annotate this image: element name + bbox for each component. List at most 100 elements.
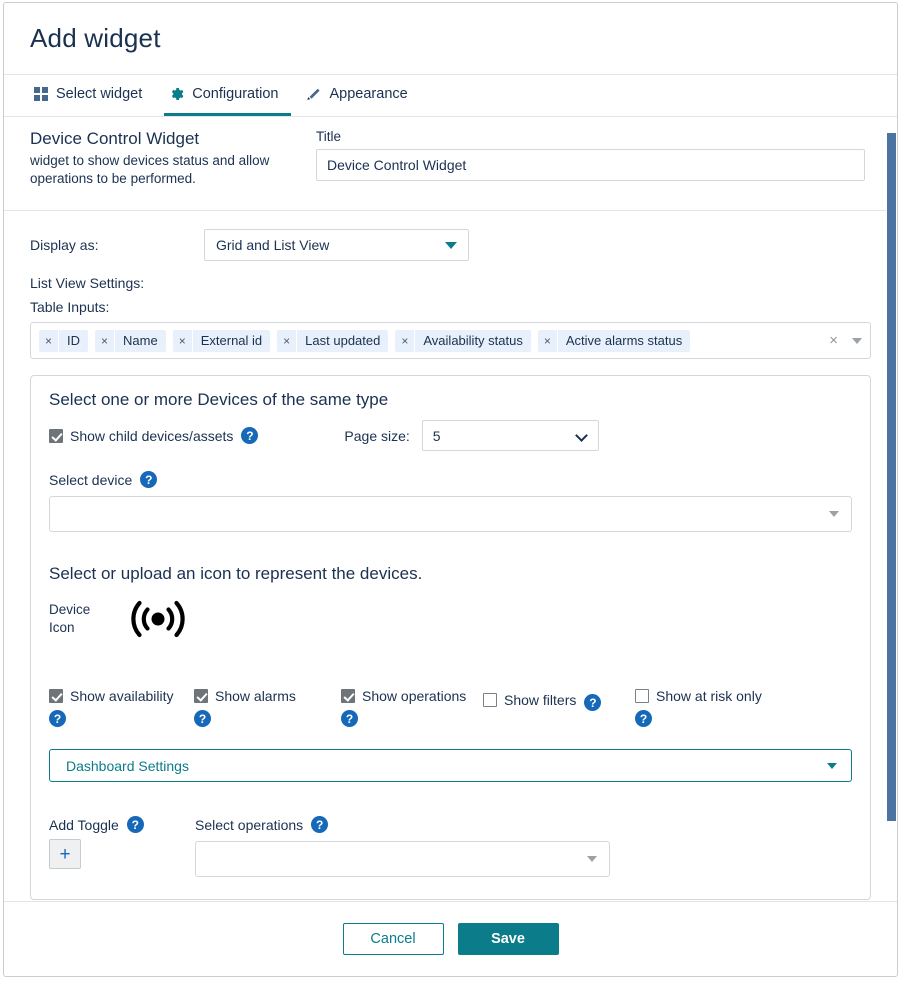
chip-remove-icon[interactable]: × <box>395 329 416 352</box>
show-child-devices-label: Show child devices/assets <box>70 427 234 444</box>
tab-appearance[interactable]: Appearance <box>301 75 420 116</box>
add-toggle-row: Add Toggle ? + Select operations ? <box>49 816 852 878</box>
help-icon[interactable]: ? <box>635 710 652 728</box>
dashboard-settings-accordion[interactable]: Dashboard Settings <box>49 749 852 783</box>
chip-remove-icon[interactable]: × <box>538 329 558 352</box>
chevron-down-icon <box>445 242 457 250</box>
show-alarms-checkbox[interactable] <box>194 689 208 704</box>
chip-label: Name <box>123 332 158 348</box>
wireless-signal-icon <box>131 601 185 638</box>
page-title: Add widget <box>30 23 161 53</box>
show-availability-checkbox[interactable] <box>49 689 63 704</box>
page-size-value: 5 <box>432 427 441 444</box>
add-widget-dialog: Add widget Select widget Configuration A… <box>3 2 898 977</box>
add-toggle-head: Add Toggle ? <box>49 816 195 834</box>
title-field-group: Title <box>316 129 871 188</box>
select-device-row: Select device ? <box>49 471 852 489</box>
add-toggle-label: Add Toggle <box>49 816 119 833</box>
display-toggles-row: Show availability ? Show alarms ? Show o… <box>49 688 852 728</box>
toggle-show-availability: Show availability ? <box>49 688 194 728</box>
toggle-row: Show filters ? <box>483 688 635 712</box>
show-filters-checkbox[interactable] <box>483 692 497 707</box>
title-input[interactable] <box>316 149 865 181</box>
widget-name: Device Control Widget <box>30 129 200 148</box>
table-inputs-field[interactable]: × ID × Name × External id × Last updated… <box>30 322 871 360</box>
page-size-select[interactable]: 5 <box>421 420 599 452</box>
scrollbar-thumb[interactable] <box>887 133 896 821</box>
help-icon[interactable]: ? <box>584 694 602 712</box>
chip-field-actions: × <box>819 333 862 348</box>
widget-summary: Device Control Widget widget to show dev… <box>30 129 292 188</box>
toggle-show-alarms: Show alarms ? <box>194 688 341 728</box>
help-icon[interactable]: ? <box>241 427 259 445</box>
show-child-devices-checkbox[interactable] <box>49 428 63 443</box>
page-size-label: Page size: <box>344 427 410 444</box>
show-child-row: Show child devices/assets ? Page size: 5 <box>49 420 852 452</box>
show-at-risk-only-checkbox[interactable] <box>635 689 649 704</box>
toggle-show-operations: Show operations ? <box>341 688 483 728</box>
chip-list: × ID × Name × External id × Last updated… <box>39 329 819 352</box>
chip-remove-icon[interactable]: × <box>173 329 193 352</box>
select-operations-input[interactable] <box>195 841 610 878</box>
chip-label: External id <box>200 332 263 348</box>
clear-all-icon[interactable]: × <box>829 333 838 348</box>
help-icon[interactable]: ? <box>126 816 144 834</box>
chip[interactable]: × Availability status <box>395 329 531 352</box>
chip-remove-icon[interactable]: × <box>277 329 298 352</box>
tab-select-widget-label: Select widget <box>56 85 143 102</box>
brush-icon <box>306 88 320 100</box>
select-device-input[interactable] <box>49 496 852 533</box>
chevron-down-icon <box>587 856 597 863</box>
cancel-button[interactable]: Cancel <box>342 923 444 955</box>
help-icon[interactable]: ? <box>311 816 329 834</box>
chip-remove-icon[interactable]: × <box>39 329 60 352</box>
show-at-risk-only-label: Show at risk only <box>656 688 762 705</box>
dashboard-settings-label: Dashboard Settings <box>66 757 189 774</box>
help-icon[interactable]: ? <box>140 471 158 489</box>
help-icon[interactable]: ? <box>341 710 358 728</box>
select-device-label: Select device <box>49 471 133 488</box>
help-icon[interactable]: ? <box>49 710 66 728</box>
scroll-content: Device Control Widget widget to show dev… <box>4 117 897 901</box>
show-operations-label: Show operations <box>362 688 467 705</box>
tab-select-widget[interactable]: Select widget <box>30 75 154 116</box>
toggle-row: Show at risk only <box>635 688 762 704</box>
tab-configuration[interactable]: Configuration <box>164 75 291 116</box>
select-operations-label: Select operations <box>195 816 304 833</box>
scrollbar-track[interactable] <box>886 117 897 901</box>
select-operations-head: Select operations ? <box>195 816 610 834</box>
chevron-down-icon <box>574 429 588 442</box>
display-as-select[interactable]: Grid and List View <box>204 229 469 262</box>
device-icon-label-line1: Device <box>49 602 91 618</box>
widget-description: widget to show devices status and allow … <box>30 153 270 187</box>
chip[interactable]: × Last updated <box>277 329 389 352</box>
device-selection-panel: Select one or more Devices of the same t… <box>30 375 871 901</box>
toggle-row: Show operations <box>341 688 483 704</box>
chip[interactable]: × Name <box>95 329 166 352</box>
chip[interactable]: × Active alarms status <box>537 329 691 352</box>
show-alarms-label: Show alarms <box>215 688 296 705</box>
table-inputs-label: Table Inputs: <box>30 299 110 316</box>
chip[interactable]: × ID <box>39 329 89 352</box>
chip-label: Active alarms status <box>565 332 683 348</box>
icon-section-heading: Select or upload an icon to represent th… <box>49 564 423 584</box>
save-button[interactable]: Save <box>457 923 559 955</box>
toggle-row: Show alarms <box>194 688 341 704</box>
gear-icon <box>172 88 184 100</box>
display-as-label: Display as: <box>30 237 99 254</box>
chip[interactable]: × External id <box>172 329 271 352</box>
device-icon-preview[interactable] <box>125 590 191 648</box>
tab-configuration-label: Configuration <box>192 85 279 102</box>
grid-icon <box>34 87 48 101</box>
chevron-down-icon[interactable] <box>852 337 862 344</box>
display-as-value: Grid and List View <box>216 237 330 254</box>
toggle-show-filters: Show filters ? <box>483 688 635 727</box>
device-icon-row: Device Icon <box>49 590 852 648</box>
chip-remove-icon[interactable]: × <box>95 329 116 352</box>
help-icon[interactable]: ? <box>194 710 211 728</box>
display-as-row: Display as: Grid and List View <box>4 211 897 262</box>
list-view-settings-label: List View Settings: <box>30 275 145 292</box>
screenshot-root: Add widget Select widget Configuration A… <box>0 0 901 981</box>
add-toggle-button[interactable]: + <box>49 839 81 870</box>
show-operations-checkbox[interactable] <box>341 689 355 704</box>
